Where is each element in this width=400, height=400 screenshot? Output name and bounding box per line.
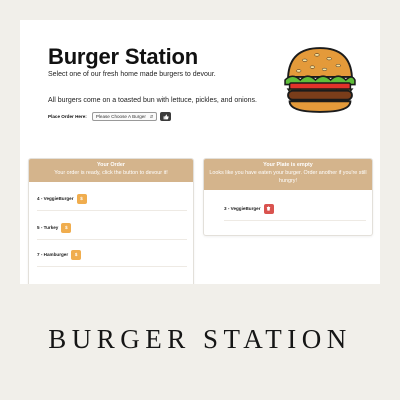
select-caret-icon: ⇵ bbox=[149, 114, 154, 119]
plate-panel-subtitle: Looks like you have eaten your burger. O… bbox=[209, 170, 367, 184]
devour-icon: $ bbox=[65, 225, 68, 230]
plate-panel-header: Your Plate is empty Looks like you have … bbox=[204, 159, 372, 190]
jumbotron: Burger Station Select one of our fresh h… bbox=[20, 20, 380, 156]
thumbs-up-icon bbox=[163, 114, 169, 119]
brand-caption: BURGER STATION bbox=[48, 324, 352, 354]
order-panel-title: Your Order bbox=[96, 162, 126, 168]
devour-icon: $ bbox=[80, 196, 83, 201]
devour-button[interactable]: $ bbox=[71, 249, 82, 260]
order-panel-header: Your Order Your order is ready, click th… bbox=[29, 159, 193, 182]
page-title: Burger Station bbox=[48, 44, 198, 69]
burger-illustration bbox=[284, 47, 356, 113]
devour-button[interactable]: $ bbox=[61, 222, 72, 233]
tagline: Select one of our fresh home made burger… bbox=[48, 71, 216, 78]
burger-label: 3 - VeggieBurger bbox=[224, 206, 261, 211]
devour-icon: $ bbox=[74, 252, 78, 257]
list-item: 4 - VeggieBurger $ bbox=[37, 187, 187, 211]
plate-panel-title: Your Plate is empty bbox=[263, 162, 313, 168]
list-item: 5 - Turkey $ bbox=[37, 216, 187, 240]
delete-button[interactable] bbox=[263, 203, 274, 214]
burger-select[interactable]: Please Choose A Burger ⇵ bbox=[91, 112, 158, 121]
app-screenshot: Burger Station Select one of our fresh h… bbox=[20, 20, 380, 284]
description: All burgers come on a toasted bun with l… bbox=[48, 97, 257, 104]
list-item: 3 - VeggieBurger bbox=[224, 197, 366, 221]
plate-panel: Your Plate is empty Looks like you have … bbox=[203, 158, 373, 236]
order-panel-subtitle: Your order is ready, click the button to… bbox=[54, 170, 168, 176]
devour-button[interactable]: $ bbox=[76, 193, 87, 204]
list-item: 7 - Hamburger $ bbox=[37, 243, 187, 267]
order-form: Place Order Here: Please Choose A Burger… bbox=[48, 112, 172, 121]
burger-label: 7 - Hamburger bbox=[37, 252, 69, 257]
burger-label: 4 - VeggieBurger bbox=[37, 196, 74, 201]
order-label: Place Order Here: bbox=[48, 114, 87, 119]
delete-icon bbox=[266, 206, 271, 211]
burger-select-value: Please Choose A Burger bbox=[95, 114, 146, 119]
burger-label: 5 - Turkey bbox=[37, 225, 59, 230]
order-panel: Your Order Your order is ready, click th… bbox=[28, 158, 194, 284]
place-order-button[interactable] bbox=[160, 112, 172, 121]
